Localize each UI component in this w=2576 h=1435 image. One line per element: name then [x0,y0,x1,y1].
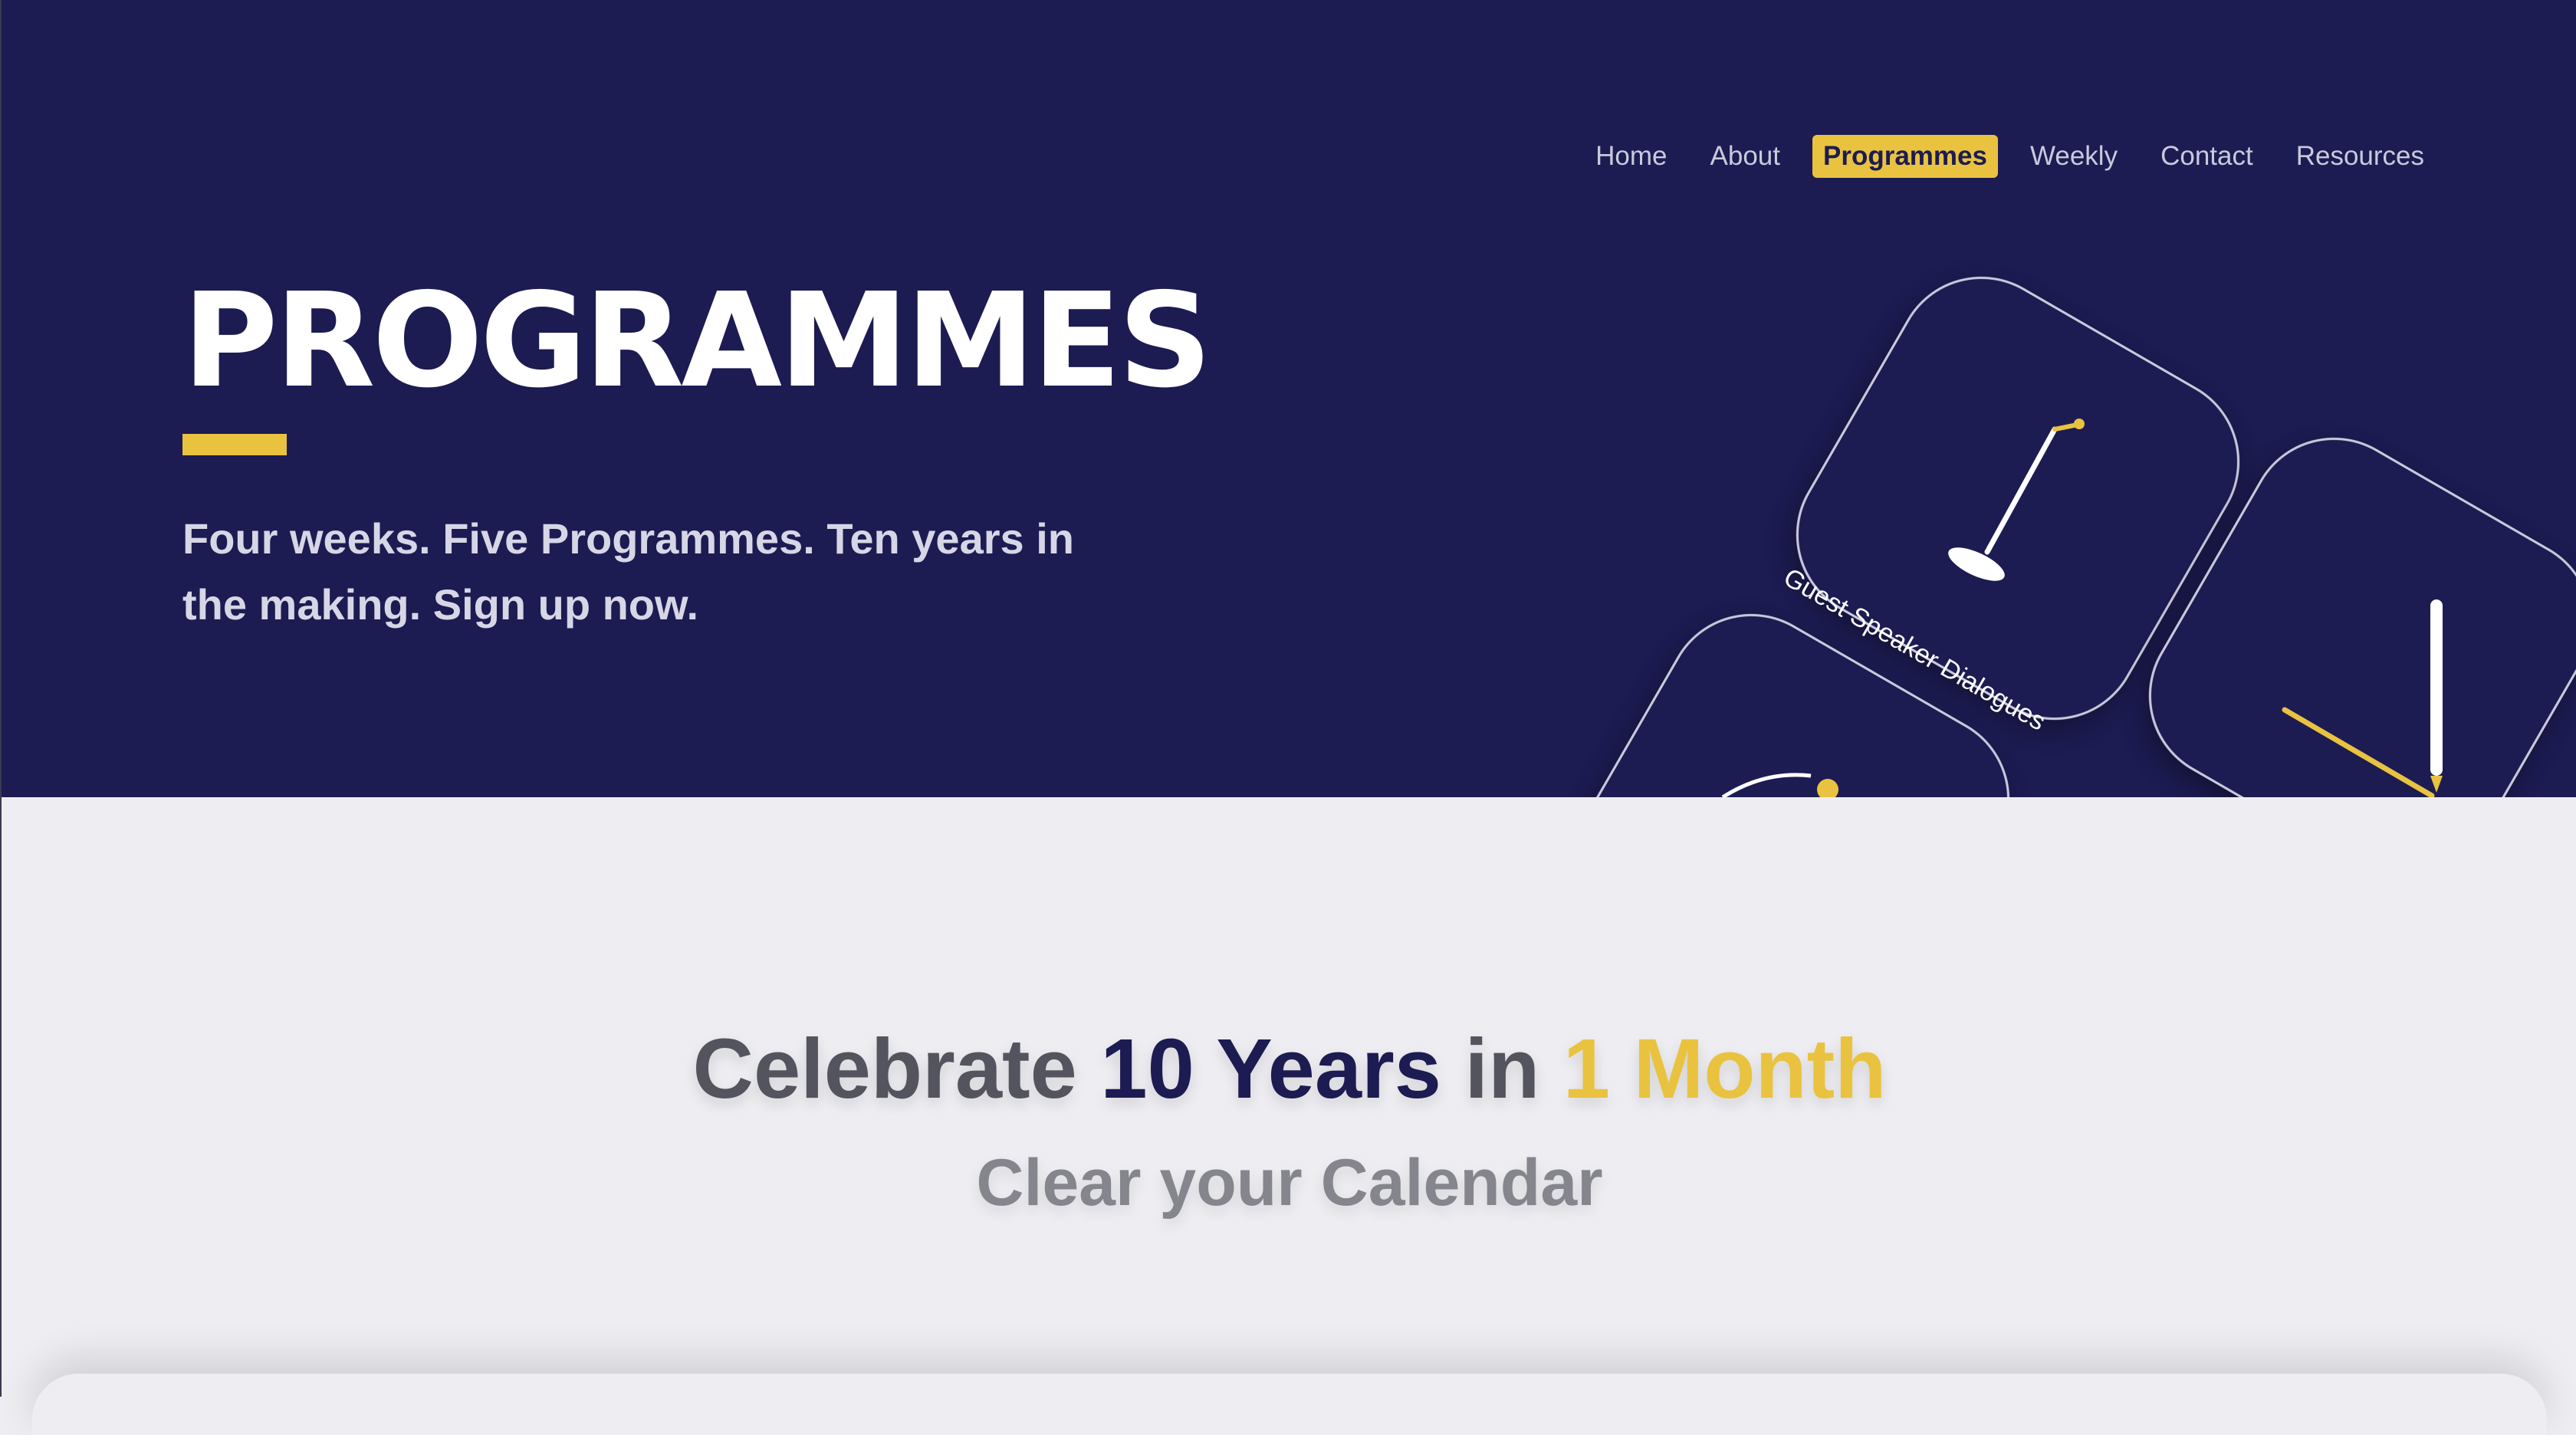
headline-part-1: Celebrate [692,1022,1101,1116]
headline: Celebrate 10 Years in 1 Month [2,1027,2576,1112]
headline-part-4: 1 Month [1562,1022,1887,1116]
headline-part-2: 10 Years [1100,1022,1441,1116]
intro-section: Celebrate 10 Years in 1 Month Clear your… [0,797,2576,1435]
subheadline: Clear your Calendar [976,1146,1603,1220]
headline-part-3: in [1441,1022,1563,1116]
programme-icons: Guest Speaker Dialogues [1566,276,2576,797]
hero-section: Home About Programmes Weekly Contact Res… [0,0,2576,797]
content-card-edge [32,1374,2547,1435]
